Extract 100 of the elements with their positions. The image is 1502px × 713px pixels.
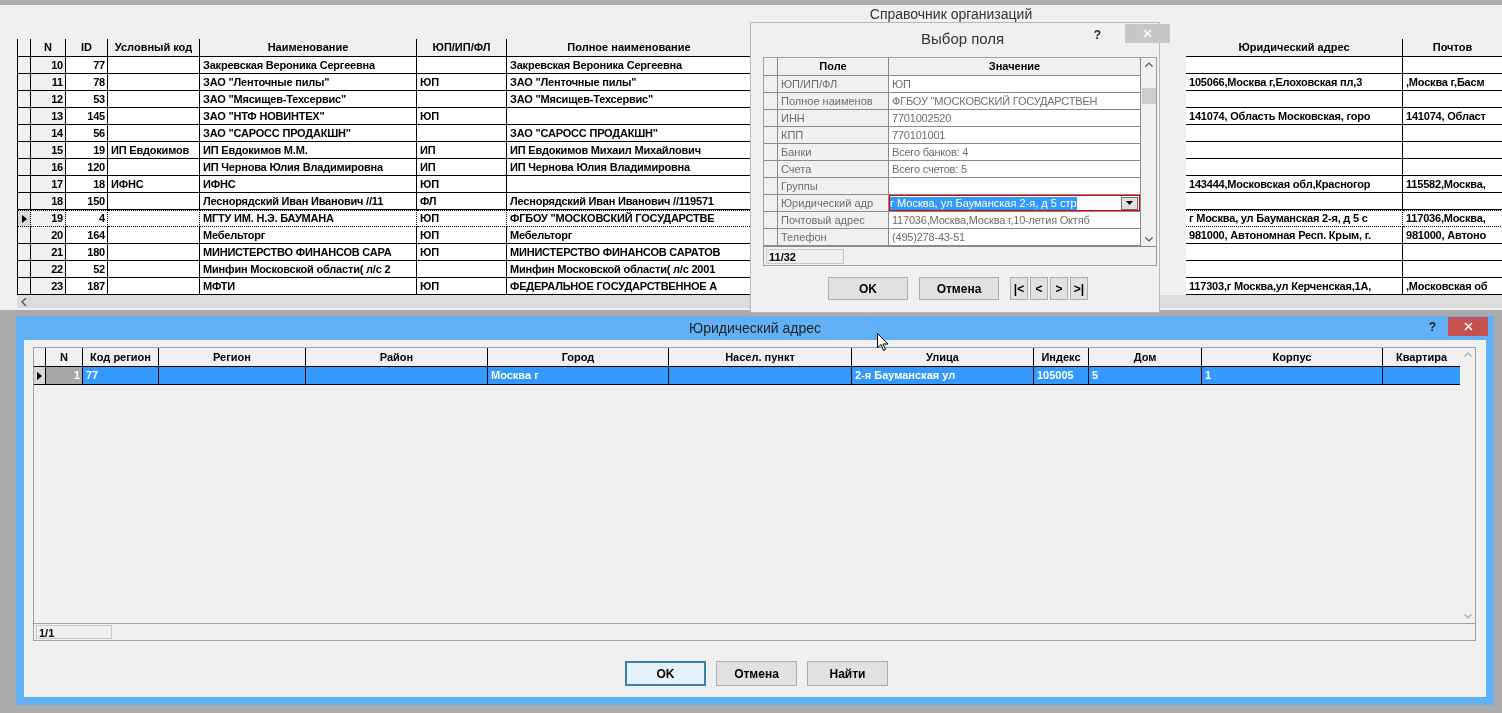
navigation-button[interactable]: |< [1010,277,1028,300]
row-header[interactable] [34,367,46,385]
field-value: 117036,Москва,Москва г,10-летия Октяб [889,212,1141,229]
row-header[interactable] [18,108,31,125]
column-header[interactable]: Район [306,348,488,367]
field-name: Телефон [778,229,889,246]
table-cell: ИП Евдокимов Михаил Михайлович [507,142,752,159]
column-header[interactable]: Поле [778,58,889,76]
column-header[interactable]: Индекс [1034,348,1089,367]
dialog-button[interactable]: Отмена [919,277,999,300]
table-cell: 141074, Област [1403,108,1502,125]
header-corner [764,58,778,76]
column-header[interactable]: Корпус [1202,348,1383,367]
table-cell: 22 [31,261,66,278]
table-cell: 11 [31,74,66,91]
row-header[interactable] [18,278,31,295]
column-header[interactable]: Код регион [83,348,159,367]
table-cell: 18 [66,176,108,193]
column-header[interactable]: Наименование [200,39,417,57]
table-cell: 18 [31,193,66,210]
navigation-button[interactable]: >| [1070,277,1088,300]
column-header[interactable]: N [31,39,66,57]
column-header[interactable]: N [46,348,83,367]
field-name: КПП [778,127,889,144]
row-header[interactable] [18,159,31,176]
navigation-button[interactable]: < [1030,277,1048,300]
row-header[interactable] [18,193,31,210]
column-header[interactable]: Дом [1089,348,1202,367]
current-row-icon [21,214,27,223]
row-header[interactable] [18,210,31,227]
row-header[interactable] [18,227,31,244]
column-header[interactable]: Значение [889,58,1141,76]
table-cell: 115582,Москва, [1403,176,1502,193]
close-button[interactable] [1448,317,1488,336]
row-header[interactable] [18,142,31,159]
column-header[interactable]: Улица [852,348,1034,367]
column-header[interactable]: ЮП/ИП/ФЛ [417,39,507,57]
table-cell: МФТИ [200,278,417,295]
table-cell: Мебельторг [200,227,417,244]
table-cell: ЮП [417,176,507,193]
scroll-thumb[interactable] [1142,88,1156,104]
help-button[interactable]: ? [1093,26,1101,44]
row-header[interactable] [18,261,31,278]
table-cell: ФЛ [417,193,507,210]
dialog-button[interactable]: Найти [807,661,888,686]
row-header[interactable] [18,244,31,261]
column-header[interactable]: Условный код [108,39,200,57]
scroll-up-icon [1463,352,1472,357]
field-name: Почтовый адрес [778,212,889,229]
table-cell: 10 [31,57,66,74]
row-header[interactable] [18,57,31,74]
row-header[interactable] [18,74,31,91]
table-cell: МИНИСТЕРСТВО ФИНАНСОВ САРА [200,244,417,261]
table-cell: г Москва, ул Бауманская 2-я, д 5 с [1186,210,1403,227]
table-cell: 143444,Московская обл,Красногор [1186,176,1403,193]
mouse-pointer-icon [877,333,889,352]
table-cell: ЮП [417,227,507,244]
table-cell: Закревская Вероника Сергеевна [507,57,752,74]
table-cell: ИП Чернова Юлия Владимировна [507,159,752,176]
dialog-button[interactable]: OK [625,661,706,686]
field-name: Юридический адр [778,195,889,212]
dialog-title: Выбор поля [921,28,1005,49]
row-header[interactable] [18,176,31,193]
table-cell: ИП [417,159,507,176]
dialog-button[interactable]: OK [828,277,908,300]
field-name: Группы [778,178,889,195]
row-header[interactable] [18,91,31,108]
table-cell: ЗАО "Мясищев-Техсервис" [200,91,417,108]
column-header[interactable]: Насел. пункт [669,348,852,367]
table-cell: ФГБОУ "МОСКОВСКИЙ ГОСУДАРСТВЕ [507,210,752,227]
row-header[interactable] [18,125,31,142]
column-header[interactable]: Регион [159,348,306,367]
vertical-scrollbar[interactable] [1141,58,1156,246]
table-cell: ,Московская об [1403,278,1502,295]
table-cell: ЗАО "НТФ НОВИНТЕХ" [200,108,417,125]
table-cell: 145 [66,108,108,125]
table-cell: 164 [66,227,108,244]
field-value: (495)278-43-51 [889,229,1141,246]
table-cell: Минфин Московской области( л/с 2001 [507,261,752,278]
help-button[interactable]: ? [1428,318,1436,336]
dropdown-button[interactable] [1121,196,1138,210]
table-cell: 52 [66,261,108,278]
table-cell: ЗАО "САРОСС ПРОДАКШН" [507,125,752,142]
table-cell: Леснорядский Иван Иванович //119571 [507,193,752,210]
scroll-up-icon [1144,62,1153,67]
table-cell: ЮП [417,278,507,295]
dialog-title: Юридический адрес [689,318,821,338]
table-cell: Закревская Вероника Сергеевна [200,57,417,74]
table-cell: 1 [1202,367,1383,385]
scroll-left-icon [21,297,27,306]
table-cell: ИП [417,142,507,159]
table-cell: 12 [31,91,66,108]
column-header[interactable]: ID [66,39,108,57]
table-cell: ЮП [417,210,507,227]
navigation-button[interactable]: > [1050,277,1068,300]
column-header[interactable]: Юридический адрес [1186,39,1403,57]
close-icon [1463,322,1473,331]
dialog-button[interactable]: Отмена [716,661,797,686]
column-header[interactable]: Город [488,348,669,367]
table-cell: Минфин Московской области( л/с 2 [200,261,417,278]
